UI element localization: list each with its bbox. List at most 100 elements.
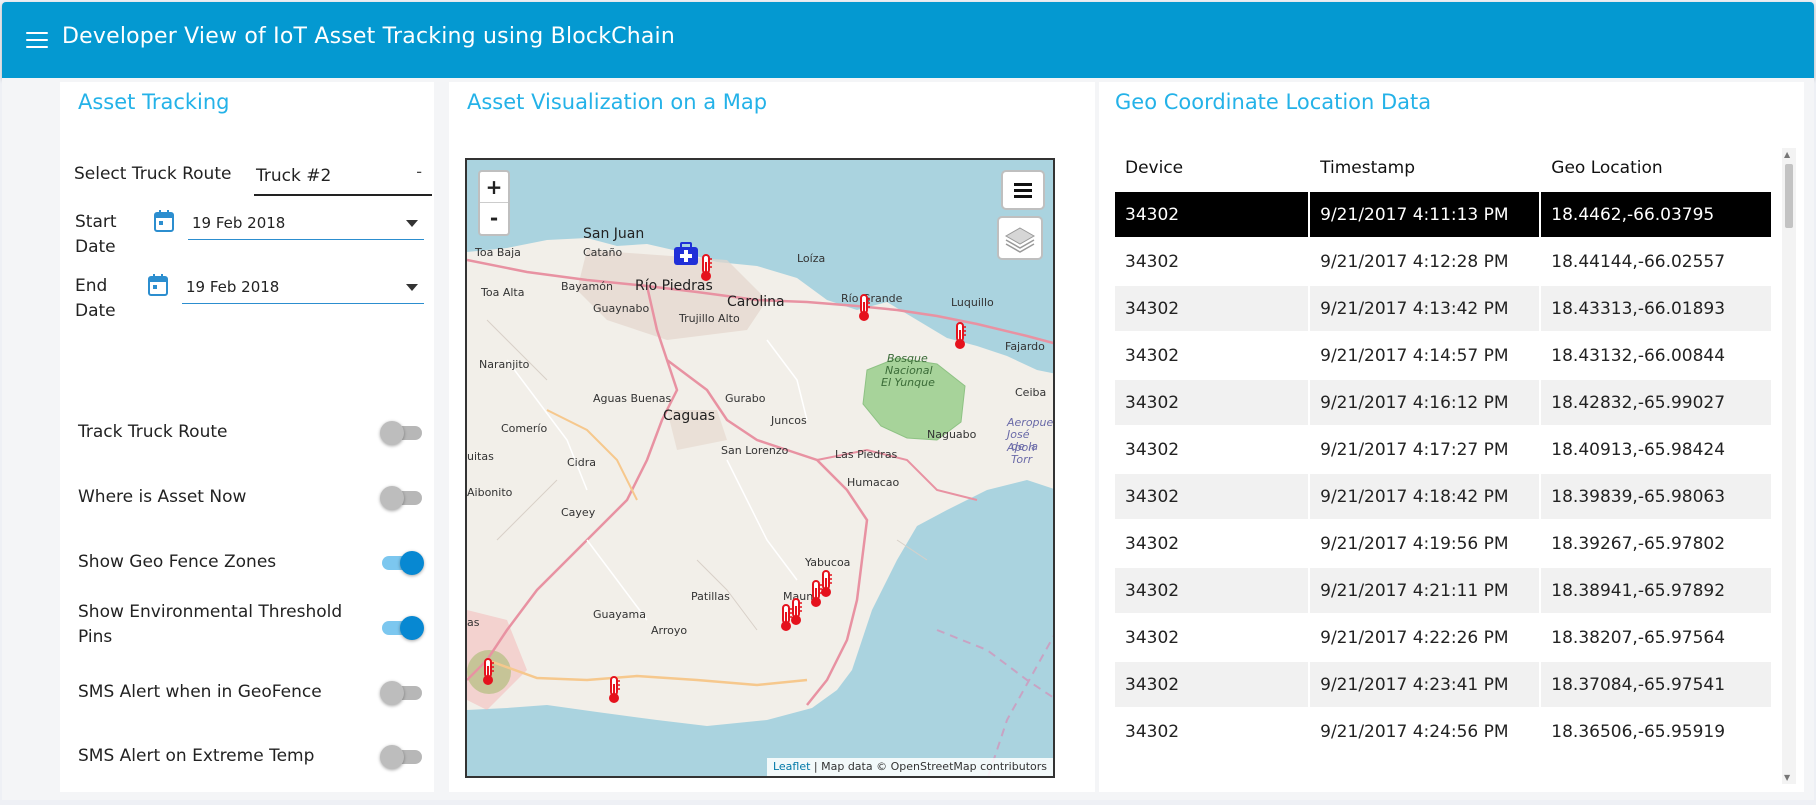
- map-menu-button[interactable]: [1001, 170, 1045, 210]
- cell-geo-location: 18.38941,-65.97892: [1541, 568, 1771, 613]
- thermometer-icon[interactable]: [779, 604, 793, 632]
- table-row[interactable]: 34302 9/21/2017 4:21:11 PM 18.38941,-65.97…: [1115, 568, 1771, 613]
- table-row[interactable]: 34302 9/21/2017 4:18:42 PM 18.39839,-65.98…: [1115, 474, 1771, 519]
- app-title: Developer View of IoT Asset Tracking usi…: [62, 24, 675, 49]
- table-row[interactable]: 34302 9/21/2017 4:11:13 PM 18.4462,-66.037…: [1115, 192, 1771, 237]
- cell-device: 34302: [1115, 709, 1309, 754]
- map-label: Ceiba: [1015, 386, 1047, 399]
- main-content: Asset Tracking Select Truck Route Truck …: [2, 78, 1814, 800]
- map-label: Cayey: [561, 506, 596, 519]
- cell-geo-location: 18.44144,-66.02557: [1541, 239, 1771, 284]
- thermometer-icon[interactable]: [481, 658, 495, 686]
- thermometer-icon[interactable]: [819, 570, 833, 598]
- map-label: Naranjito: [479, 358, 530, 371]
- cell-device: 34302: [1115, 333, 1309, 378]
- location-data-title: Geo Coordinate Location Data: [1115, 90, 1432, 114]
- toggle-label-geo-fence: Show Geo Fence Zones: [78, 552, 277, 572]
- calendar-icon[interactable]: [154, 210, 174, 232]
- first-aid-icon[interactable]: [673, 242, 699, 266]
- end-date-picker[interactable]: 19 Feb 2018: [182, 272, 424, 304]
- sms-alert-extreme-temp-toggle[interactable]: [380, 745, 424, 769]
- table-scrollbar[interactable]: ▲ ▼: [1782, 148, 1796, 784]
- sms-alert-geofence-toggle[interactable]: [380, 681, 424, 705]
- map-label: Carolina: [727, 294, 785, 310]
- map-label: Cidra: [567, 456, 596, 469]
- map-label: Patillas: [691, 590, 730, 603]
- truck-route-select[interactable]: Truck #2 -: [254, 160, 432, 196]
- map-label: uitas: [467, 450, 494, 463]
- hamburger-menu-icon[interactable]: [26, 32, 48, 50]
- thermometer-icon[interactable]: [857, 294, 871, 322]
- toggle-label-env-threshold: Show Environmental Threshold Pins: [78, 602, 343, 647]
- map-label: Juncos: [771, 414, 807, 427]
- table-header-row: Device Timestamp Geo Location: [1115, 146, 1771, 190]
- cell-timestamp: 9/21/2017 4:21:11 PM: [1310, 568, 1540, 613]
- map-label: Toa Baja: [475, 246, 521, 259]
- cell-device: 34302: [1115, 239, 1309, 284]
- cell-geo-location: 18.37084,-65.97541: [1541, 662, 1771, 707]
- start-date-picker[interactable]: 19 Feb 2018: [188, 208, 424, 240]
- map-label: Luquillo: [951, 296, 994, 309]
- cell-timestamp: 9/21/2017 4:12:28 PM: [1310, 239, 1540, 284]
- table-row[interactable]: 34302 9/21/2017 4:17:27 PM 18.40913,-65.98…: [1115, 427, 1771, 472]
- thermometer-icon[interactable]: [953, 322, 967, 350]
- cell-device: 34302: [1115, 474, 1309, 519]
- app-frame: Developer View of IoT Asset Tracking usi…: [0, 0, 1816, 805]
- cell-device: 34302: [1115, 662, 1309, 707]
- table-row[interactable]: 34302 9/21/2017 4:19:56 PM 18.39267,-65.97…: [1115, 521, 1771, 566]
- select-caret-icon: -: [416, 162, 422, 181]
- column-header-geo-location[interactable]: Geo Location: [1541, 146, 1771, 190]
- map-label: Toa Alta: [481, 286, 525, 299]
- cell-timestamp: 9/21/2017 4:19:56 PM: [1310, 521, 1540, 566]
- layers-button[interactable]: [997, 216, 1043, 260]
- cell-device: 34302: [1115, 427, 1309, 472]
- table-row[interactable]: 34302 9/21/2017 4:23:41 PM 18.37084,-65.97…: [1115, 662, 1771, 707]
- table-row[interactable]: 34302 9/21/2017 4:12:28 PM 18.44144,-66.02…: [1115, 239, 1771, 284]
- location-table: Device Timestamp Geo Location 34302 9/21/…: [1113, 144, 1773, 756]
- map-label: Aguas Buenas: [593, 392, 672, 405]
- table-row[interactable]: 34302 9/21/2017 4:13:42 PM 18.43313,-66.01…: [1115, 286, 1771, 331]
- map-label: El Yunque: [881, 376, 935, 389]
- map-label: San Lorenzo: [721, 444, 789, 457]
- map-label: Guayama: [593, 608, 646, 621]
- cell-device: 34302: [1115, 521, 1309, 566]
- thermometer-icon[interactable]: [607, 676, 621, 704]
- show-geo-fence-zones-toggle[interactable]: [380, 551, 424, 575]
- cell-timestamp: 9/21/2017 4:11:13 PM: [1310, 192, 1540, 237]
- calendar-icon[interactable]: [148, 274, 168, 296]
- cell-device: 34302: [1115, 568, 1309, 613]
- zoom-out-button[interactable]: -: [480, 203, 508, 234]
- where-is-asset-now-toggle[interactable]: [380, 486, 424, 510]
- show-env-threshold-pins-toggle[interactable]: [380, 616, 424, 640]
- cell-device: 34302: [1115, 192, 1309, 237]
- leaflet-link[interactable]: Leaflet: [773, 760, 810, 773]
- table-row[interactable]: 34302 9/21/2017 4:24:56 PM 18.36506,-65.95…: [1115, 709, 1771, 754]
- table-row[interactable]: 34302 9/21/2017 4:16:12 PM 18.42832,-65.99…: [1115, 380, 1771, 425]
- scroll-down-arrow-icon[interactable]: ▼: [1784, 773, 1790, 782]
- location-data-panel: Geo Coordinate Location Data Device Time…: [1099, 82, 1804, 792]
- table-row[interactable]: 34302 9/21/2017 4:14:57 PM 18.43132,-66.00…: [1115, 333, 1771, 378]
- cell-geo-location: 18.43313,-66.01893: [1541, 286, 1771, 331]
- map-label: Trujillo Alto: [679, 312, 740, 325]
- track-truck-route-toggle[interactable]: [380, 421, 424, 445]
- map-label: Bayamón: [561, 280, 613, 293]
- start-date-label: Start Date: [75, 212, 117, 257]
- zoom-in-button[interactable]: +: [480, 172, 508, 203]
- map-view[interactable]: San Juan Cataño Toa Baja Loíza Bayamón R…: [465, 158, 1055, 778]
- truck-route-value: Truck #2: [256, 166, 332, 186]
- route-label: Select Truck Route: [74, 164, 232, 184]
- map-label: Yabucoa: [805, 556, 851, 569]
- column-header-device[interactable]: Device: [1115, 146, 1308, 190]
- map-label: Río Grande: [841, 292, 903, 305]
- scroll-up-arrow-icon[interactable]: ▲: [1784, 150, 1790, 159]
- cell-geo-location: 18.42832,-65.99027: [1541, 380, 1771, 425]
- start-date-value: 19 Feb 2018: [192, 214, 286, 232]
- thermometer-icon[interactable]: [699, 254, 713, 282]
- column-header-timestamp[interactable]: Timestamp: [1310, 146, 1539, 190]
- cell-timestamp: 9/21/2017 4:16:12 PM: [1310, 380, 1540, 425]
- table-row[interactable]: 34302 9/21/2017 4:22:26 PM 18.38207,-65.97…: [1115, 615, 1771, 660]
- scroll-thumb[interactable]: [1785, 164, 1793, 228]
- cell-geo-location: 18.36506,-65.95919: [1541, 709, 1771, 754]
- map-panel-title: Asset Visualization on a Map: [467, 90, 768, 114]
- cell-timestamp: 9/21/2017 4:22:26 PM: [1310, 615, 1540, 660]
